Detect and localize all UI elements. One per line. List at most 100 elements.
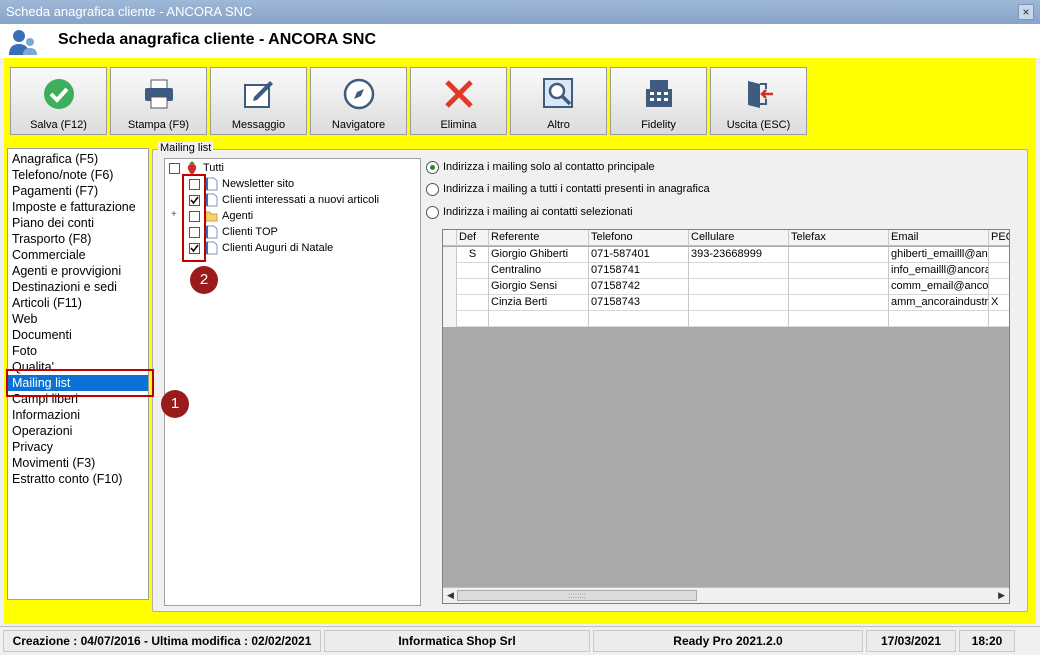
table-cell[interactable]: amm_ancoraindustr <box>889 295 989 311</box>
printer-icon <box>145 79 173 109</box>
other-button-label: Altro <box>547 119 570 131</box>
table-row[interactable]: Giorgio Sensi 07158742 comm_email@ancor <box>443 279 1009 295</box>
table-cell[interactable]: info_emailll@ancora <box>889 263 989 279</box>
table-row[interactable]: S Giorgio Ghiberti 071-587401 393-23668999 g… <box>443 247 1009 263</box>
scroll-left-icon[interactable]: ◀ <box>447 590 454 601</box>
table-cell[interactable] <box>457 311 489 327</box>
other-button[interactable]: Altro <box>510 67 607 135</box>
delete-button-label: Elimina <box>440 119 477 131</box>
table-cell[interactable] <box>989 311 1009 327</box>
grid-horizontal-scrollbar[interactable]: ◀ :::::::: ▶ <box>443 587 1009 603</box>
fidelity-button[interactable]: Fidelity <box>610 67 707 135</box>
sidebar-item[interactable]: Destinazioni e sedi <box>8 279 148 295</box>
save-button[interactable]: Salva (F12) <box>10 67 107 135</box>
tree-item[interactable]: Newsletter sito <box>169 177 419 193</box>
sidebar-item[interactable]: Informazioni <box>8 407 148 423</box>
row-indicator[interactable] <box>443 295 457 311</box>
table-cell[interactable] <box>889 311 989 327</box>
expand-icon[interactable]: + <box>171 209 177 220</box>
table-row[interactable] <box>443 311 1009 327</box>
table-cell[interactable] <box>457 279 489 295</box>
table-cell[interactable]: Giorgio Ghiberti <box>489 247 589 263</box>
table-cell[interactable] <box>789 247 889 263</box>
table-cell[interactable]: 07158742 <box>589 279 689 295</box>
sidebar-item[interactable]: Imposte e fatturazione <box>8 199 148 215</box>
table-cell[interactable] <box>789 311 889 327</box>
tree-item[interactable]: Clienti TOP <box>169 225 419 241</box>
print-button[interactable]: Stampa (F9) <box>110 67 207 135</box>
sidebar-item[interactable]: Telefono/note (F6) <box>8 167 148 183</box>
exit-icon <box>748 81 773 108</box>
table-cell[interactable]: 393-23668999 <box>689 247 789 263</box>
exit-button[interactable]: Uscita (ESC) <box>710 67 807 135</box>
row-indicator[interactable] <box>443 247 457 263</box>
scroll-thumb[interactable]: :::::::: <box>457 590 697 601</box>
row-indicator[interactable] <box>443 263 457 279</box>
sidebar-item[interactable]: Operazioni <box>8 423 148 439</box>
sidebar-item[interactable]: Piano dei conti <box>8 215 148 231</box>
table-cell[interactable] <box>789 263 889 279</box>
sidebar-item[interactable]: Privacy <box>8 439 148 455</box>
table-cell[interactable] <box>457 263 489 279</box>
table-cell[interactable] <box>489 311 589 327</box>
sidebar-item[interactable]: Web <box>8 311 148 327</box>
table-cell[interactable]: X <box>989 295 1009 311</box>
table-cell[interactable]: comm_email@ancor <box>889 279 989 295</box>
sidebar-item[interactable]: Estratto conto (F10) <box>8 471 148 487</box>
table-cell[interactable] <box>689 311 789 327</box>
grid-column-header[interactable]: Email <box>889 230 989 246</box>
delete-button[interactable]: Elimina <box>410 67 507 135</box>
table-cell[interactable] <box>789 295 889 311</box>
table-cell[interactable]: 07158743 <box>589 295 689 311</box>
table-cell[interactable]: ghiberti_emailll@an <box>889 247 989 263</box>
message-button[interactable]: Messaggio <box>210 67 307 135</box>
tree-item[interactable]: Clienti Auguri di Natale <box>169 241 419 257</box>
sidebar-item[interactable]: Agenti e provvigioni <box>8 263 148 279</box>
table-cell[interactable]: 071-587401 <box>589 247 689 263</box>
sidebar-item[interactable]: Documenti <box>8 327 148 343</box>
grid-column-header[interactable]: Cellulare <box>689 230 789 246</box>
sidebar-item[interactable]: Anagrafica (F5) <box>8 151 148 167</box>
sidebar-item[interactable]: Movimenti (F3) <box>8 455 148 471</box>
option-selected-contacts-radio[interactable] <box>426 206 439 219</box>
table-cell[interactable] <box>589 311 689 327</box>
grid-column-header[interactable]: Referente <box>489 230 589 246</box>
table-row[interactable]: Centralino 07158741 info_emailll@ancora <box>443 263 1009 279</box>
table-cell[interactable]: S <box>457 247 489 263</box>
table-cell[interactable]: Cinzia Berti <box>489 295 589 311</box>
grid-column-header[interactable]: PEC <box>989 230 1009 246</box>
scroll-right-icon[interactable]: ▶ <box>998 590 1005 601</box>
exit-button-label: Uscita (ESC) <box>726 119 791 131</box>
grid-column-header[interactable]: Telefono <box>589 230 689 246</box>
option-all-contacts-radio[interactable] <box>426 183 439 196</box>
tree-item[interactable]: + Agenti <box>169 209 419 225</box>
row-indicator[interactable] <box>443 279 457 295</box>
table-cell[interactable] <box>457 295 489 311</box>
table-cell[interactable] <box>989 263 1009 279</box>
tree-root-checkbox[interactable] <box>169 163 180 174</box>
table-row[interactable]: Cinzia Berti 07158743 amm_ancoraindustr X <box>443 295 1009 311</box>
table-cell[interactable] <box>789 279 889 295</box>
sidebar-item[interactable]: Foto <box>8 343 148 359</box>
table-cell[interactable] <box>689 279 789 295</box>
sidebar-item[interactable]: Trasporto (F8) <box>8 231 148 247</box>
table-cell[interactable] <box>989 247 1009 263</box>
table-cell[interactable]: 07158741 <box>589 263 689 279</box>
row-indicator[interactable] <box>443 311 457 327</box>
table-cell[interactable] <box>689 295 789 311</box>
sidebar-item[interactable]: Articoli (F11) <box>8 295 148 311</box>
tree-root-label: Tutti <box>203 162 224 174</box>
sidebar-item[interactable]: Commerciale <box>8 247 148 263</box>
navigator-button[interactable]: Navigatore <box>310 67 407 135</box>
grid-column-header[interactable]: Telefax <box>789 230 889 246</box>
close-icon[interactable]: × <box>1018 4 1034 20</box>
sidebar-item[interactable]: Pagamenti (F7) <box>8 183 148 199</box>
option-main-contact-radio[interactable] <box>426 161 439 174</box>
grid-column-header[interactable]: Def <box>457 230 489 246</box>
table-cell[interactable]: Centralino <box>489 263 589 279</box>
tree-item[interactable]: Clienti interessati a nuovi articoli <box>169 193 419 209</box>
table-cell[interactable] <box>989 279 1009 295</box>
navigator-button-label: Navigatore <box>331 119 386 131</box>
table-cell[interactable] <box>689 263 789 279</box>
table-cell[interactable]: Giorgio Sensi <box>489 279 589 295</box>
